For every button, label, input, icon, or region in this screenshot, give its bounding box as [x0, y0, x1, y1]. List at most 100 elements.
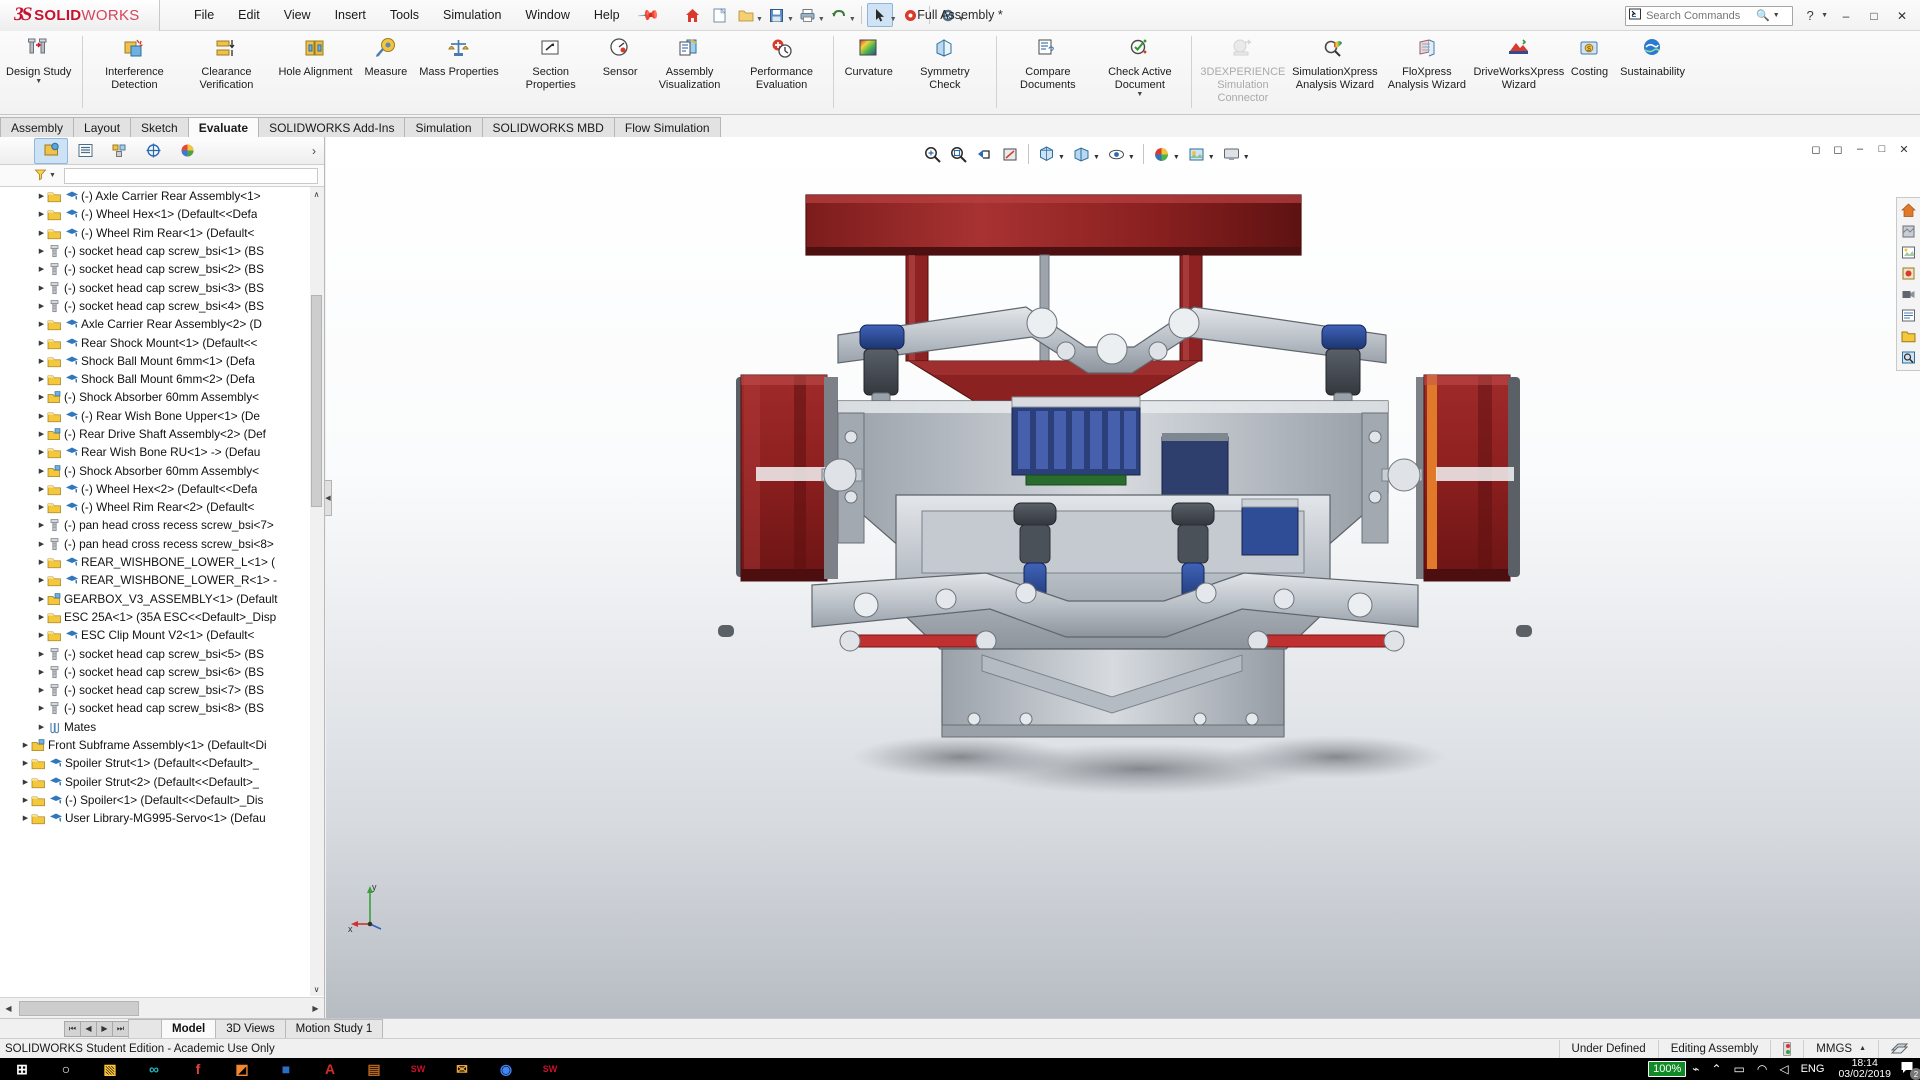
feature-tree-item[interactable]: ▶ Shock Ball Mount 6mm<1> (Defa: [0, 352, 324, 370]
taskbar-solidworks-2018-icon[interactable]: SW: [396, 1058, 440, 1080]
feature-tree-item[interactable]: ▶ (-) pan head cross recess screw_bsi<8>: [0, 535, 324, 553]
property-manager-icon[interactable]: [68, 138, 102, 164]
feature-tree-item[interactable]: ▶ REAR_WISHBONE_LOWER_R<1> -: [0, 571, 324, 589]
command-tab-sketch[interactable]: Sketch: [130, 117, 189, 137]
doc-tab-nav-1[interactable]: ◀: [80, 1020, 97, 1037]
menu-item-window[interactable]: Window: [513, 3, 581, 27]
power-plug-icon[interactable]: ⌁: [1692, 1062, 1699, 1076]
ribbon-button-performance-evaluation[interactable]: Performance Evaluation: [736, 34, 828, 92]
feature-tree-item[interactable]: ▶ (-) socket head cap screw_bsi<6> (BS: [0, 663, 324, 681]
feature-tree-item[interactable]: ▶ Spoiler Strut<2> (Default<<Default>_: [0, 773, 324, 791]
ribbon-dropdown-caret[interactable]: ▼: [1136, 91, 1143, 98]
tree-scroll-thumb[interactable]: [311, 295, 322, 507]
tree-expand-caret[interactable]: ▶: [36, 339, 47, 347]
tree-expand-caret[interactable]: ▶: [36, 247, 47, 255]
ribbon-button-design-study[interactable]: Design Study ▼: [0, 34, 77, 85]
open-dropdown-caret[interactable]: ▼: [756, 16, 763, 27]
decals-icon[interactable]: [1898, 263, 1920, 284]
feature-tree-item[interactable]: ▶ Axle Carrier Rear Assembly<2> (D: [0, 315, 324, 333]
taskbar-chrome-icon[interactable]: ◉: [484, 1058, 528, 1080]
tree-expand-caret[interactable]: ▶: [36, 210, 47, 218]
tree-expand-caret[interactable]: ▶: [36, 631, 47, 639]
feature-tree-item[interactable]: ▶ (-) socket head cap screw_bsi<1> (BS: [0, 242, 324, 260]
feature-tree-item[interactable]: ▶ Shock Ball Mount 6mm<2> (Defa: [0, 370, 324, 388]
status-units-caret[interactable]: ▲: [1859, 1045, 1866, 1052]
appearances-icon[interactable]: [1898, 221, 1920, 242]
doc-tab-nav-3[interactable]: ⏭: [112, 1020, 129, 1037]
language-icon[interactable]: ENG: [1801, 1063, 1825, 1075]
minimize-button[interactable]: –: [1832, 4, 1860, 28]
maximize-button[interactable]: □: [1860, 4, 1888, 28]
ribbon-button-hole-alignment[interactable]: Hole Alignment: [272, 34, 358, 79]
ribbon-button-mass-properties[interactable]: Mass Properties: [413, 34, 504, 79]
close-button[interactable]: ✕: [1888, 4, 1916, 28]
taskbar-solidworks-active-icon[interactable]: SW: [528, 1058, 572, 1080]
ribbon-button-sensor[interactable]: Sensor: [597, 34, 644, 79]
tree-expand-caret[interactable]: ▶: [36, 723, 47, 731]
tree-scroll-down-arrow[interactable]: ∨: [310, 982, 323, 996]
filter-dropdown-caret[interactable]: ▼: [49, 172, 56, 179]
feature-tree-item[interactable]: ▶ (-) pan head cross recess screw_bsi<7>: [0, 516, 324, 534]
feature-tree-item[interactable]: ▶ (-) Shock Absorber 60mm Assembly<: [0, 388, 324, 406]
tree-expand-caret[interactable]: ▶: [36, 668, 47, 676]
tree-expand-caret[interactable]: ▶: [36, 686, 47, 694]
help-dropdown-caret[interactable]: ▼: [1821, 12, 1828, 19]
menu-item-insert[interactable]: Insert: [323, 3, 378, 27]
feature-tree-item[interactable]: ▶ Mates: [0, 718, 324, 736]
ribbon-button-simulationxpress-analysis-wizard[interactable]: SimulationXpress Analysis Wizard: [1289, 34, 1381, 92]
taskbar-infinity-app-icon[interactable]: ∞: [132, 1058, 176, 1080]
feature-tree-item[interactable]: ▶ GEARBOX_V3_ASSEMBLY<1> (Default: [0, 590, 324, 608]
tree-expand-caret[interactable]: ▶: [36, 576, 47, 584]
menu-item-edit[interactable]: Edit: [226, 3, 272, 27]
tree-scroll-up-arrow[interactable]: ∧: [310, 187, 323, 201]
doc-tab-motion-study[interactable]: Motion Study 1: [284, 1019, 384, 1038]
tree-expand-caret[interactable]: ▶: [36, 265, 47, 273]
feature-tree-item[interactable]: ▶ Rear Shock Mount<1> (Default<<: [0, 333, 324, 351]
select-dropdown-caret[interactable]: ▼: [890, 16, 897, 27]
feature-tree-item[interactable]: ▶ (-) Rear Wish Bone Upper<1> (De: [0, 407, 324, 425]
taskbar-blue-app-icon[interactable]: ■: [264, 1058, 308, 1080]
tree-expand-caret[interactable]: ▶: [36, 430, 47, 438]
display-manager-icon[interactable]: [170, 138, 204, 164]
feature-tree-item[interactable]: ▶ (-) Axle Carrier Rear Assembly<1>: [0, 187, 324, 205]
search-commands-box[interactable]: 🔍 ▼: [1625, 5, 1794, 26]
feature-tree-item[interactable]: ▶ Spoiler Strut<1> (Default<<Default>_: [0, 754, 324, 772]
ribbon-button-symmetry-check[interactable]: Symmetry Check: [899, 34, 991, 92]
feature-tree-item[interactable]: ▶ (-) Wheel Hex<2> (Default<<Defa: [0, 480, 324, 498]
ribbon-button-clearance-verification[interactable]: Clearance Verification: [180, 34, 272, 92]
feature-tree-item[interactable]: ▶ (-) Rear Drive Shaft Assembly<2> (Def: [0, 425, 324, 443]
tree-hscroll-right-arrow[interactable]: ▶: [307, 999, 324, 1017]
new-document-icon[interactable]: [706, 3, 732, 27]
tree-expand-caret[interactable]: ▶: [36, 302, 47, 310]
ribbon-button-curvature[interactable]: Curvature: [839, 34, 899, 79]
taskbar-cortana-search-icon[interactable]: ○: [44, 1058, 88, 1080]
feature-tree-item[interactable]: ▶ Rear Wish Bone RU<1> -> (Defau: [0, 443, 324, 461]
ribbon-button-check-active-document[interactable]: Check Active Document ▼: [1094, 34, 1186, 98]
show-hidden-icons-icon[interactable]: ⌃: [1711, 1062, 1721, 1076]
taskbar-clock[interactable]: 18:14 03/02/2019: [1838, 1058, 1891, 1080]
tree-expand-caret[interactable]: ▶: [20, 814, 31, 822]
dimxpert-icon[interactable]: [136, 138, 170, 164]
tree-expand-caret[interactable]: ▶: [36, 357, 47, 365]
tree-expand-caret[interactable]: ▶: [36, 320, 47, 328]
filter-input[interactable]: [63, 167, 318, 184]
search-dropdown-caret[interactable]: ▼: [1773, 12, 1780, 19]
taskbar-facebook-icon[interactable]: f: [176, 1058, 220, 1080]
menu-item-simulation[interactable]: Simulation: [431, 3, 513, 27]
panel-expand-arrow[interactable]: ›: [312, 144, 316, 158]
ribbon-button-costing[interactable]: $ Costing: [1565, 34, 1614, 79]
status-traffic-light[interactable]: [1770, 1039, 1803, 1058]
tree-hscroll-track[interactable]: [17, 999, 307, 1017]
tree-expand-caret[interactable]: ▶: [36, 704, 47, 712]
pushpin-icon[interactable]: 📌: [636, 3, 661, 27]
configuration-manager-icon[interactable]: [102, 138, 136, 164]
tree-expand-caret[interactable]: ▶: [36, 229, 47, 237]
menu-item-view[interactable]: View: [272, 3, 323, 27]
status-units[interactable]: MMGS ▲: [1803, 1039, 1878, 1058]
tree-expand-caret[interactable]: ▶: [36, 540, 47, 548]
feature-tree-horizontal-scrollbar[interactable]: ◀ ▶: [0, 997, 324, 1018]
tree-expand-caret[interactable]: ▶: [20, 741, 31, 749]
search-input[interactable]: [1646, 9, 1757, 22]
feature-tree[interactable]: ▶ (-) Axle Carrier Rear Assembly<1> ▶ (-) W…: [0, 187, 324, 996]
filter-icon[interactable]: [34, 168, 47, 184]
